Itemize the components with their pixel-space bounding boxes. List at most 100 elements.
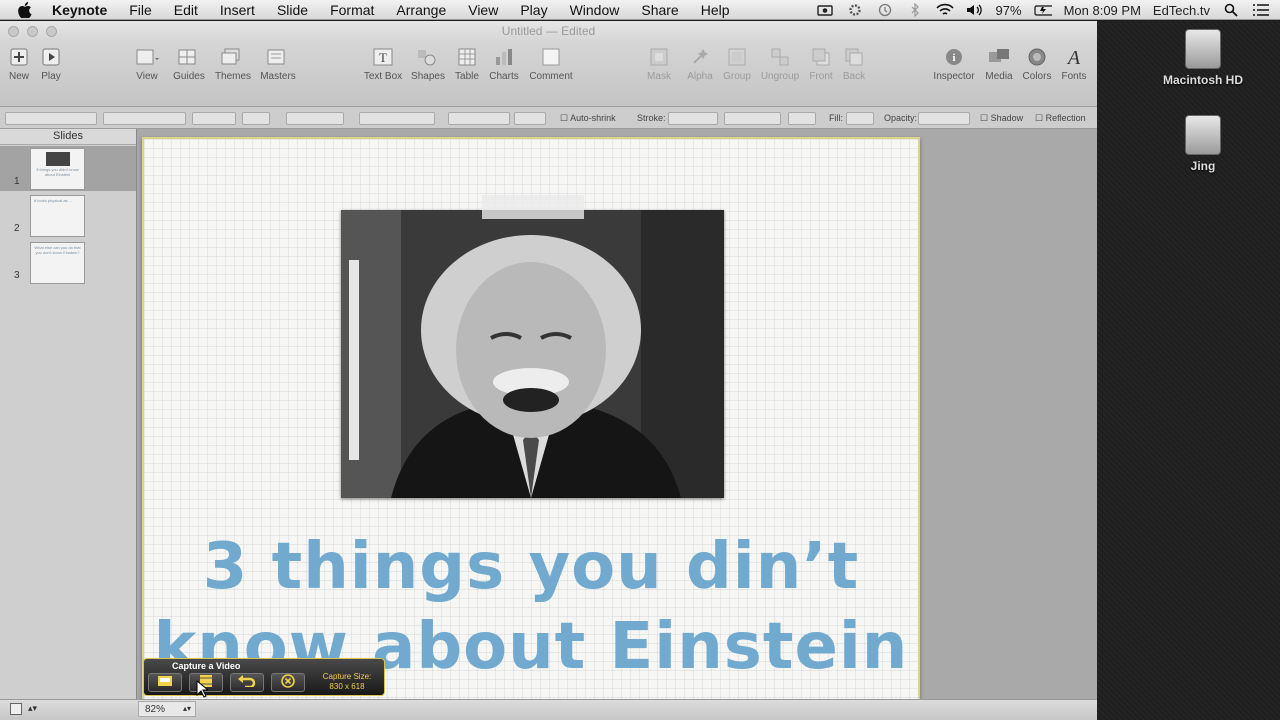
view-mode-icon[interactable] [10, 703, 22, 715]
window-title: Untitled — Edited [501, 24, 596, 38]
svg-text:T: T [379, 50, 387, 65]
disk-image-icon [1185, 115, 1221, 155]
desktop-drive-jing[interactable]: Jing [1148, 115, 1258, 173]
group-label: Group [723, 71, 751, 82]
fill-label: Fill: [829, 113, 843, 123]
desktop-background: Macintosh HD Jing [1097, 21, 1280, 720]
cancel-capture-button[interactable] [271, 673, 305, 692]
zoom-stepper-icon: ▴▾ [182, 704, 191, 713]
line-spacing-select[interactable] [448, 112, 510, 125]
slide-canvas: 3 things you din’t know about Einstein [138, 129, 1097, 718]
thumbnail-text: 3 things you didn't know about Einstein [36, 167, 79, 177]
play-label: Play [41, 71, 61, 82]
masters-label: Masters [260, 71, 296, 82]
time-machine-icon[interactable] [876, 3, 894, 17]
battery-percent: 97% [995, 2, 1022, 18]
desktop-drive-macintosh-hd[interactable]: Macintosh HD [1148, 29, 1258, 87]
battery-icon[interactable] [1033, 3, 1052, 17]
capture-size-value: 830 x 618 [329, 682, 365, 691]
slide-number: 1 [14, 176, 20, 187]
menu-keynote[interactable]: Keynote [52, 2, 107, 18]
menu-file[interactable]: File [129, 2, 152, 18]
zoom-select[interactable]: 82% ▴▾ [138, 701, 196, 717]
portrait-image [341, 210, 724, 498]
font-style-select[interactable] [192, 112, 236, 125]
autoshrink-label: Auto-shrink [570, 113, 616, 123]
fonts-button[interactable]: A Fonts [1043, 47, 1105, 82]
slide-thumbnail-2[interactable]: 2 It looks physical as ... [0, 193, 136, 238]
shadow-checkbox[interactable]: ☐ Shadow [980, 113, 1023, 124]
reflection-label: Reflection [1045, 113, 1086, 123]
stroke-width-select[interactable] [724, 112, 781, 125]
bold-italic-underline-buttons[interactable] [286, 112, 344, 125]
masters-icon [265, 47, 291, 67]
font-family-select[interactable] [103, 112, 186, 125]
fill-color-well[interactable] [846, 112, 874, 125]
capture-image-button[interactable] [148, 673, 182, 692]
style-select[interactable] [5, 112, 97, 125]
spotlight-search-icon[interactable] [1222, 3, 1240, 17]
masters-button[interactable]: Masters [247, 47, 309, 82]
menu-slide[interactable]: Slide [277, 2, 308, 18]
notification-list-icon[interactable] [1252, 3, 1270, 17]
menubar-user[interactable]: EdTech.tv [1153, 3, 1210, 18]
menu-insert[interactable]: Insert [220, 2, 255, 18]
apple-menu-icon[interactable] [16, 1, 34, 18]
columns-select[interactable] [514, 112, 546, 125]
reflection-checkbox[interactable]: ☐ Reflection [1035, 113, 1086, 124]
close-window-button[interactable] [8, 26, 19, 37]
info-icon: i [941, 47, 967, 67]
capture-size-label: Capture Size: [322, 672, 372, 681]
themes-icon [220, 47, 246, 67]
menu-view[interactable]: View [468, 2, 498, 18]
slide-thumbnail-3[interactable]: 3 What else can you do that you don't kn… [0, 240, 136, 285]
zoom-window-button[interactable] [46, 26, 57, 37]
comment-button[interactable]: Comment [520, 47, 582, 82]
menu-format[interactable]: Format [330, 2, 374, 18]
mouse-cursor-icon [196, 680, 208, 698]
back-icon [841, 47, 867, 67]
comment-icon [538, 47, 564, 67]
minimize-window-button[interactable] [27, 26, 38, 37]
mask-label: Mask [647, 71, 671, 82]
wifi-icon[interactable] [935, 3, 954, 17]
alignment-buttons[interactable] [359, 112, 435, 125]
charts-icon [491, 47, 517, 67]
window-titlebar[interactable]: Untitled — Edited [0, 21, 1097, 41]
slide-thumbnail-preview: It looks physical as ... [30, 195, 85, 237]
gear-status-icon[interactable] [846, 3, 864, 17]
font-size-field[interactable] [242, 112, 270, 125]
camera-status-icon[interactable] [816, 3, 834, 17]
menu-arrange[interactable]: Arrange [396, 2, 446, 18]
slide-navigator: Slides 1 3 things you didn't know about … [0, 129, 137, 699]
menu-play[interactable]: Play [520, 2, 547, 18]
menu-window[interactable]: Window [570, 2, 620, 18]
stroke-color-well[interactable] [788, 112, 816, 125]
undo-arrow-icon [238, 675, 256, 690]
autoshrink-checkbox[interactable]: ☐ Auto-shrink [560, 113, 616, 124]
send-back-button[interactable]: Back [823, 47, 885, 82]
thumbnail-text: It looks physical as ... [34, 198, 73, 203]
drive-label: Jing [1190, 159, 1216, 173]
opacity-field[interactable] [918, 112, 970, 125]
redo-selection-button[interactable] [230, 673, 264, 692]
bluetooth-icon[interactable] [906, 3, 924, 17]
menu-edit[interactable]: Edit [174, 2, 198, 18]
shadow-label: Shadow [990, 113, 1024, 123]
menubar-clock[interactable]: Mon 8:09 PM [1064, 3, 1141, 18]
menu-share[interactable]: Share [641, 2, 678, 18]
comment-label: Comment [529, 71, 573, 82]
current-slide[interactable]: 3 things you din’t know about Einstein [142, 137, 920, 718]
play-button[interactable]: Play [20, 47, 82, 82]
status-bar: ▴▾ 82% ▴▾ [0, 699, 1097, 720]
opacity-label: Opacity: [884, 113, 918, 123]
toolbar: New Play View Guides Themes Masters T Te… [0, 41, 1097, 107]
group-icon [724, 47, 750, 67]
slide-thumbnail-1[interactable]: 1 3 things you didn't know about Einstei… [0, 146, 136, 191]
einstein-photo[interactable] [341, 210, 724, 498]
menu-help[interactable]: Help [701, 2, 730, 18]
view-mode-stepper-icon[interactable]: ▴▾ [28, 703, 37, 714]
volume-icon[interactable] [966, 3, 984, 17]
stroke-style-select[interactable] [668, 112, 718, 125]
slide-number: 3 [14, 270, 20, 281]
